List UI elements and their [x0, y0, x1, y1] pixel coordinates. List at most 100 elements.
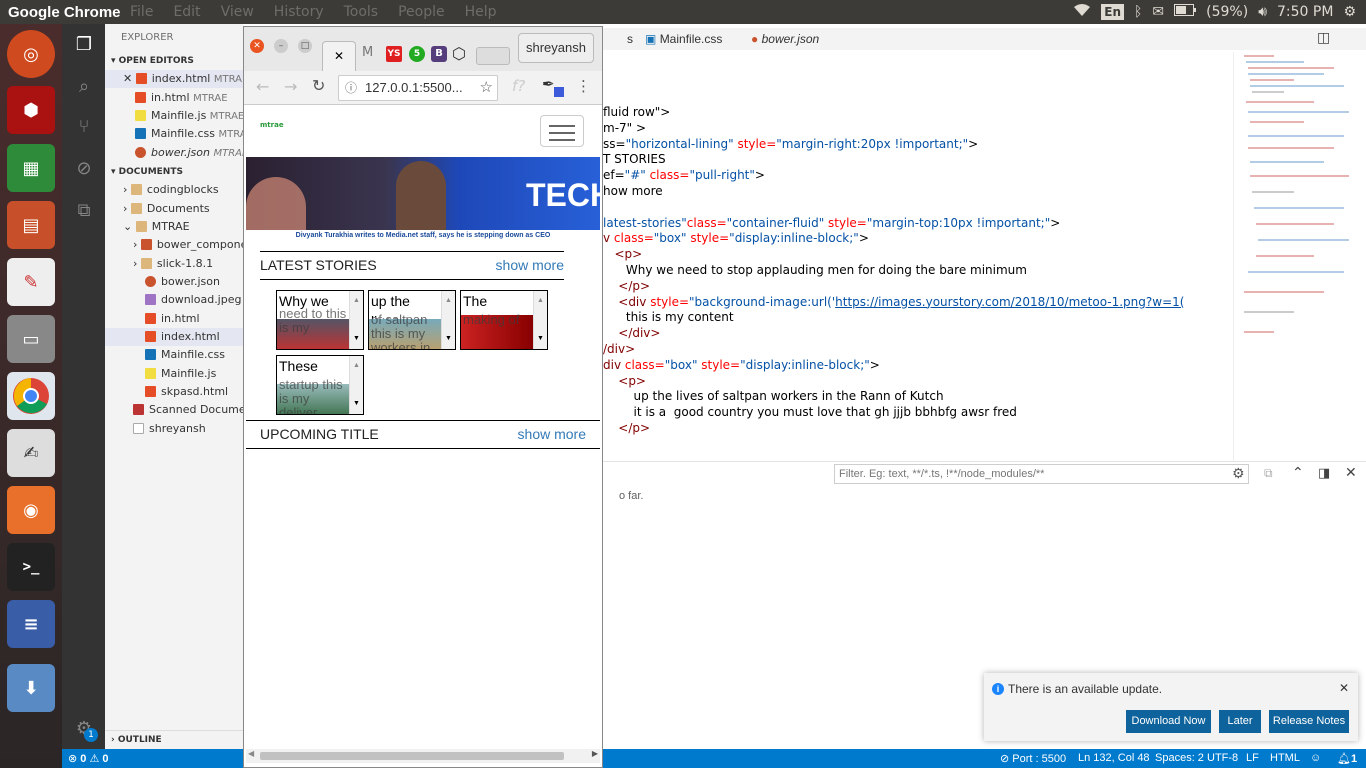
code-line[interactable]: this is my content	[603, 310, 734, 326]
scrollbar[interactable]: ▲ ▼	[533, 291, 547, 349]
download-now-button[interactable]: Download Now	[1126, 710, 1211, 733]
new-tab-button[interactable]	[476, 47, 510, 65]
story-card[interactable]: Why we need to this is my ▲ ▼	[276, 290, 364, 350]
scrollbar[interactable]: ▲ ▼	[349, 356, 363, 414]
scrollbar[interactable]: ▲ ▼	[349, 291, 363, 349]
tree-item[interactable]: Mainfile.css	[105, 346, 243, 364]
site-logo[interactable]: mtrae	[260, 121, 284, 129]
end-of-line[interactable]: LF	[1246, 752, 1259, 764]
reload-icon[interactable]: ↻	[312, 76, 325, 95]
code-line[interactable]: latest-stories"class="container-fluid" s…	[603, 216, 1060, 232]
toggle-panel-position-icon[interactable]: ◨	[1318, 466, 1330, 481]
editor-tab[interactable]: ▣ Mainfile.css	[645, 28, 745, 50]
live-server-port[interactable]: ⊘ Port : 5500	[1000, 752, 1066, 765]
code-line[interactable]: ef="#" class="pull-right">	[603, 168, 765, 184]
open-editor-item[interactable]: Mainfile.js MTRAE	[105, 107, 243, 125]
filter-settings-icon[interactable]: ⚙	[1232, 466, 1245, 482]
notifications-bell-icon[interactable]: 🔔︎1	[1337, 752, 1357, 765]
menu-file[interactable]: File	[130, 4, 153, 20]
code-line[interactable]: div class="box" style="display:inline-bl…	[603, 358, 880, 374]
text-editor-icon[interactable]: ✍	[7, 429, 55, 477]
problems-filter-input[interactable]: Filter. Eg: text, **/*.ts, !**/node_modu…	[834, 464, 1249, 484]
feedback-smiley-icon[interactable]: ☺	[1310, 752, 1321, 764]
code-line[interactable]: T STORIES	[603, 152, 666, 168]
ubuntu-dash-icon[interactable]: ◎	[7, 30, 55, 78]
files-icon[interactable]: ▭	[7, 315, 55, 363]
split-editor-icon[interactable]: ◫	[1317, 30, 1330, 46]
code-line[interactable]: <div style="background-image:url('https:…	[603, 295, 1184, 311]
open-editor-item[interactable]: Mainfile.css MTRA	[105, 125, 243, 143]
tree-item[interactable]: Scanned Documen	[105, 401, 243, 419]
hero-caption[interactable]: Divyank Turakhia writes to Media.net sta…	[244, 232, 602, 239]
close-icon[interactable]: ✕	[123, 72, 132, 85]
battery-icon[interactable]	[1174, 4, 1197, 20]
close-tab-icon[interactable]: ✕	[334, 49, 344, 63]
scroll-right-icon[interactable]: ▶	[592, 749, 598, 758]
story-card[interactable]: These startup this is my deliver ▲ ▼	[276, 355, 364, 415]
active-tab[interactable]: ✕	[322, 41, 356, 71]
tree-item[interactable]: in.html	[105, 310, 243, 328]
chrome-icon[interactable]	[7, 372, 55, 420]
keyboard-layout-indicator[interactable]: En	[1101, 4, 1124, 20]
tree-item[interactable]: › bower_compone	[105, 236, 243, 254]
cursor-position[interactable]: Ln 132, Col 48	[1078, 752, 1150, 764]
menu-help[interactable]: Help	[465, 4, 497, 20]
editor-tab[interactable]: s	[627, 28, 633, 50]
libreoffice-calc-icon[interactable]: ▦	[7, 144, 55, 192]
code-line[interactable]: it is a good country you must love that …	[603, 405, 1017, 421]
app-red-hexagon-icon[interactable]: ⬢	[7, 86, 55, 134]
documents-header[interactable]: ▾ DOCUMENTS	[105, 163, 243, 181]
extension-fx-icon[interactable]: f?	[512, 77, 525, 95]
story-card[interactable]: The making of ▲ ▼	[460, 290, 548, 350]
bluetooth-icon[interactable]: ᛒ	[1134, 4, 1142, 20]
release-notes-button[interactable]: Release Notes	[1269, 710, 1349, 733]
mail-icon[interactable]: ✉	[1152, 4, 1164, 20]
tree-item[interactable]: download.jpeg	[105, 291, 243, 309]
menu-tools[interactable]: Tools	[344, 4, 379, 20]
hero-image[interactable]: TECH	[246, 157, 600, 230]
close-notification-icon[interactable]: ✕	[1339, 681, 1349, 695]
tree-item[interactable]: › codingblocks	[105, 181, 243, 199]
menu-view[interactable]: View	[221, 4, 254, 20]
volume-icon[interactable]: 🔊︎	[1258, 4, 1267, 20]
tab-favicon-bootstrap[interactable]: B	[431, 46, 447, 62]
minimap[interactable]	[1233, 52, 1353, 462]
maximize-window-icon[interactable]: □	[298, 39, 312, 53]
tab-favicon-m[interactable]: M	[362, 45, 376, 61]
outline-header[interactable]: › OUTLINE	[105, 730, 243, 748]
later-button[interactable]: Later	[1219, 710, 1261, 733]
close-panel-icon[interactable]: ✕	[1345, 465, 1357, 481]
terminal-icon[interactable]: >_	[7, 543, 55, 591]
tree-item[interactable]: shreyansh	[105, 420, 243, 438]
open-editor-item[interactable]: ✕ index.html MTRAE	[105, 70, 243, 88]
code-line[interactable]: fluid row">	[603, 105, 670, 121]
code-line[interactable]: up the lives of saltpan workers in the R…	[603, 389, 944, 405]
story-card[interactable]: up the lives of saltpan this is my worke…	[368, 290, 456, 350]
power-gear-icon[interactable]: ⚙	[1343, 4, 1356, 20]
tree-item[interactable]: ⌄ MTRAE	[105, 218, 243, 236]
tree-item[interactable]: skpasd.html	[105, 383, 243, 401]
scroll-left-icon[interactable]: ◀	[248, 749, 254, 758]
tree-item[interactable]: bower.json	[105, 273, 243, 291]
open-editor-item[interactable]: bower.json MTRAE	[105, 144, 243, 162]
back-icon[interactable]: ←	[256, 77, 269, 96]
code-line[interactable]: m-7" >	[603, 121, 646, 137]
indentation[interactable]: Spaces: 2	[1155, 752, 1204, 764]
horizontal-scrollbar[interactable]: ◀ ▶	[246, 749, 600, 763]
wifi-icon[interactable]	[1073, 3, 1091, 21]
tree-item[interactable]: › slick-1.8.1	[105, 255, 243, 273]
close-window-icon[interactable]: ✕	[250, 39, 264, 53]
code-line[interactable]: <p>	[603, 247, 642, 263]
errors-indicator[interactable]: ⊗ 0 ⚠ 0	[68, 752, 109, 765]
collapse-all-icon[interactable]: ⧉	[1264, 466, 1273, 481]
address-bar[interactable]: ⓘ 127.0.0.1:5500... ☆	[338, 75, 498, 101]
bookmark-star-icon[interactable]: ☆	[480, 76, 493, 100]
hamburger-menu-button[interactable]	[540, 115, 584, 147]
menu-edit[interactable]: Edit	[173, 4, 200, 20]
scrollbar[interactable]: ▲ ▼	[441, 291, 455, 349]
language-mode[interactable]: HTML	[1270, 752, 1300, 764]
open-editors-header[interactable]: ▾ OPEN EDITORS	[105, 52, 243, 70]
tree-item[interactable]: index.html	[105, 328, 243, 346]
tree-item[interactable]: Mainfile.js	[105, 365, 243, 383]
document-viewer-icon[interactable]: ✎	[7, 258, 55, 306]
